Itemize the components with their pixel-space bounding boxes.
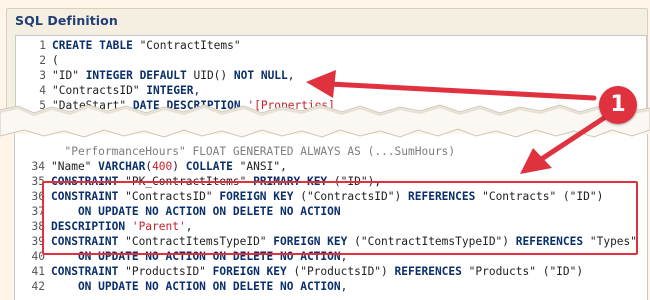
line-number: 34 bbox=[31, 160, 45, 173]
code-line: 34 "Name" VARCHAR(400) COLLATE "ANSI", bbox=[15, 159, 287, 174]
sql-code-editor-bottom[interactable]: "PerformanceHours" FLOAT GENERATED ALWAY… bbox=[14, 134, 648, 300]
code-token: INTEGER bbox=[146, 84, 194, 97]
code-token: ON UPDATE NO ACTION ON DELETE NO ACTION bbox=[51, 250, 341, 263]
code-token: CONSTRAINT bbox=[51, 265, 126, 278]
code-line: 36 CONSTRAINT "ContractsID" FOREIGN KEY (… bbox=[15, 189, 604, 204]
code-token: COLLATE bbox=[185, 160, 240, 173]
code-line: 38 DESCRIPTION 'Parent', bbox=[15, 219, 193, 234]
code-token: "Products" ("ID") bbox=[468, 265, 584, 278]
code-token: FOREIGN KEY bbox=[212, 265, 294, 278]
code-token: , bbox=[193, 84, 201, 97]
code-token: FLOAT GENERATED ALWAYS AS bbox=[192, 145, 368, 158]
code-token: INTEGER DEFAULT bbox=[85, 69, 194, 82]
line-number: 37 bbox=[31, 205, 45, 218]
code-token: PRIMARY KEY bbox=[253, 175, 334, 188]
code-line: 35 CONSTRAINT "PK_ContractItems" PRIMARY … bbox=[15, 174, 382, 189]
code-token: REFERENCES bbox=[394, 265, 469, 278]
code-token: "ContractItems" bbox=[139, 39, 241, 52]
line-number: 42 bbox=[31, 280, 45, 293]
code-line: 1 CREATE TABLE "ContractItems" bbox=[16, 38, 241, 53]
code-token: UID() bbox=[193, 69, 234, 82]
code-line: 37 ON UPDATE NO ACTION ON DELETE NO ACTI… bbox=[15, 204, 341, 219]
code-token: ON UPDATE NO ACTION ON DELETE NO ACTION bbox=[51, 205, 341, 218]
callout-badge: 1 bbox=[599, 86, 637, 124]
line-number: 3 bbox=[39, 69, 46, 82]
code-token: ("ID"), bbox=[333, 175, 382, 188]
code-token: CONSTRAINT bbox=[51, 235, 126, 248]
line-number: 39 bbox=[31, 235, 45, 248]
code-token: , bbox=[287, 69, 295, 82]
line-number: 38 bbox=[31, 220, 45, 233]
code-token: "ContractsID" bbox=[52, 84, 147, 97]
code-token: FOREIGN KEY bbox=[273, 235, 355, 248]
code-token: "ContractsID" bbox=[125, 190, 220, 203]
code-token: CONSTRAINT bbox=[51, 175, 126, 188]
code-token: REFERENCES bbox=[408, 190, 483, 203]
code-token: "ContractItemsTypeID" bbox=[125, 235, 274, 248]
code-token: ON UPDATE NO ACTION ON DELETE NO ACTION bbox=[51, 280, 341, 293]
code-token: "PerformanceHours" bbox=[51, 145, 193, 158]
code-token: "Name" bbox=[51, 160, 99, 173]
code-line: 3 "ID" INTEGER DEFAULT UID() NOT NULL, bbox=[16, 68, 295, 83]
code-token: VARCHAR bbox=[98, 160, 146, 173]
code-token: DESCRIPTION bbox=[51, 220, 132, 233]
code-token: 'Parent' bbox=[131, 220, 186, 233]
code-line: 41 CONSTRAINT "ProductsID" FOREIGN KEY ("… bbox=[15, 264, 584, 279]
code-token: ( bbox=[52, 54, 59, 67]
code-line: 42 ON UPDATE NO ACTION ON DELETE NO ACTI… bbox=[15, 279, 348, 294]
line-number: 36 bbox=[31, 190, 45, 203]
line-number: 40 bbox=[31, 250, 45, 263]
code-line: 40 ON UPDATE NO ACTION ON DELETE NO ACTI… bbox=[15, 249, 348, 264]
line-number: 41 bbox=[31, 265, 45, 278]
code-token: CONSTRAINT bbox=[51, 190, 126, 203]
code-line: "PerformanceHours" FLOAT GENERATED ALWAY… bbox=[15, 144, 455, 159]
panel-title: SQL Definition bbox=[15, 13, 118, 28]
line-number: 2 bbox=[39, 54, 46, 67]
code-token: "ANSI", bbox=[239, 160, 287, 173]
screenshot-stage: SQL Definition 1 CREATE TABLE "ContractIt… bbox=[0, 0, 650, 300]
code-token: "ID" bbox=[52, 69, 86, 82]
code-token: "Types" bbox=[589, 235, 638, 248]
torn-paper-gap bbox=[0, 104, 650, 138]
code-token: ...SumHours bbox=[374, 145, 449, 158]
code-token: REFERENCES bbox=[515, 235, 590, 248]
code-token: CREATE TABLE bbox=[52, 39, 140, 52]
line-number: 1 bbox=[39, 39, 46, 52]
code-line: 4 "ContractsID" INTEGER, bbox=[16, 83, 200, 98]
code-token: "ProductsID" bbox=[125, 265, 213, 278]
code-token: "Contracts" ("ID") bbox=[482, 190, 604, 203]
code-token: , bbox=[340, 280, 348, 293]
code-token: ("ContractItemsTypeID") bbox=[354, 235, 516, 248]
code-token: ) bbox=[172, 160, 186, 173]
code-token: , bbox=[340, 250, 348, 263]
code-token: ) bbox=[448, 145, 456, 158]
code-token: ("ContractsID") bbox=[300, 190, 408, 203]
line-number: 4 bbox=[39, 84, 46, 97]
code-line: 39 CONSTRAINT "ContractItemsTypeID" FOREI… bbox=[15, 234, 638, 249]
code-token: 400 bbox=[152, 160, 173, 173]
code-token: ("ProductsID") bbox=[293, 265, 395, 278]
code-token: , bbox=[185, 220, 193, 233]
code-token: FOREIGN KEY bbox=[219, 190, 301, 203]
line-number: 35 bbox=[31, 175, 45, 188]
code-token: "PK_ContractItems" bbox=[125, 175, 254, 188]
code-token: NOT NULL bbox=[233, 69, 288, 82]
code-line: 2( bbox=[16, 53, 59, 68]
